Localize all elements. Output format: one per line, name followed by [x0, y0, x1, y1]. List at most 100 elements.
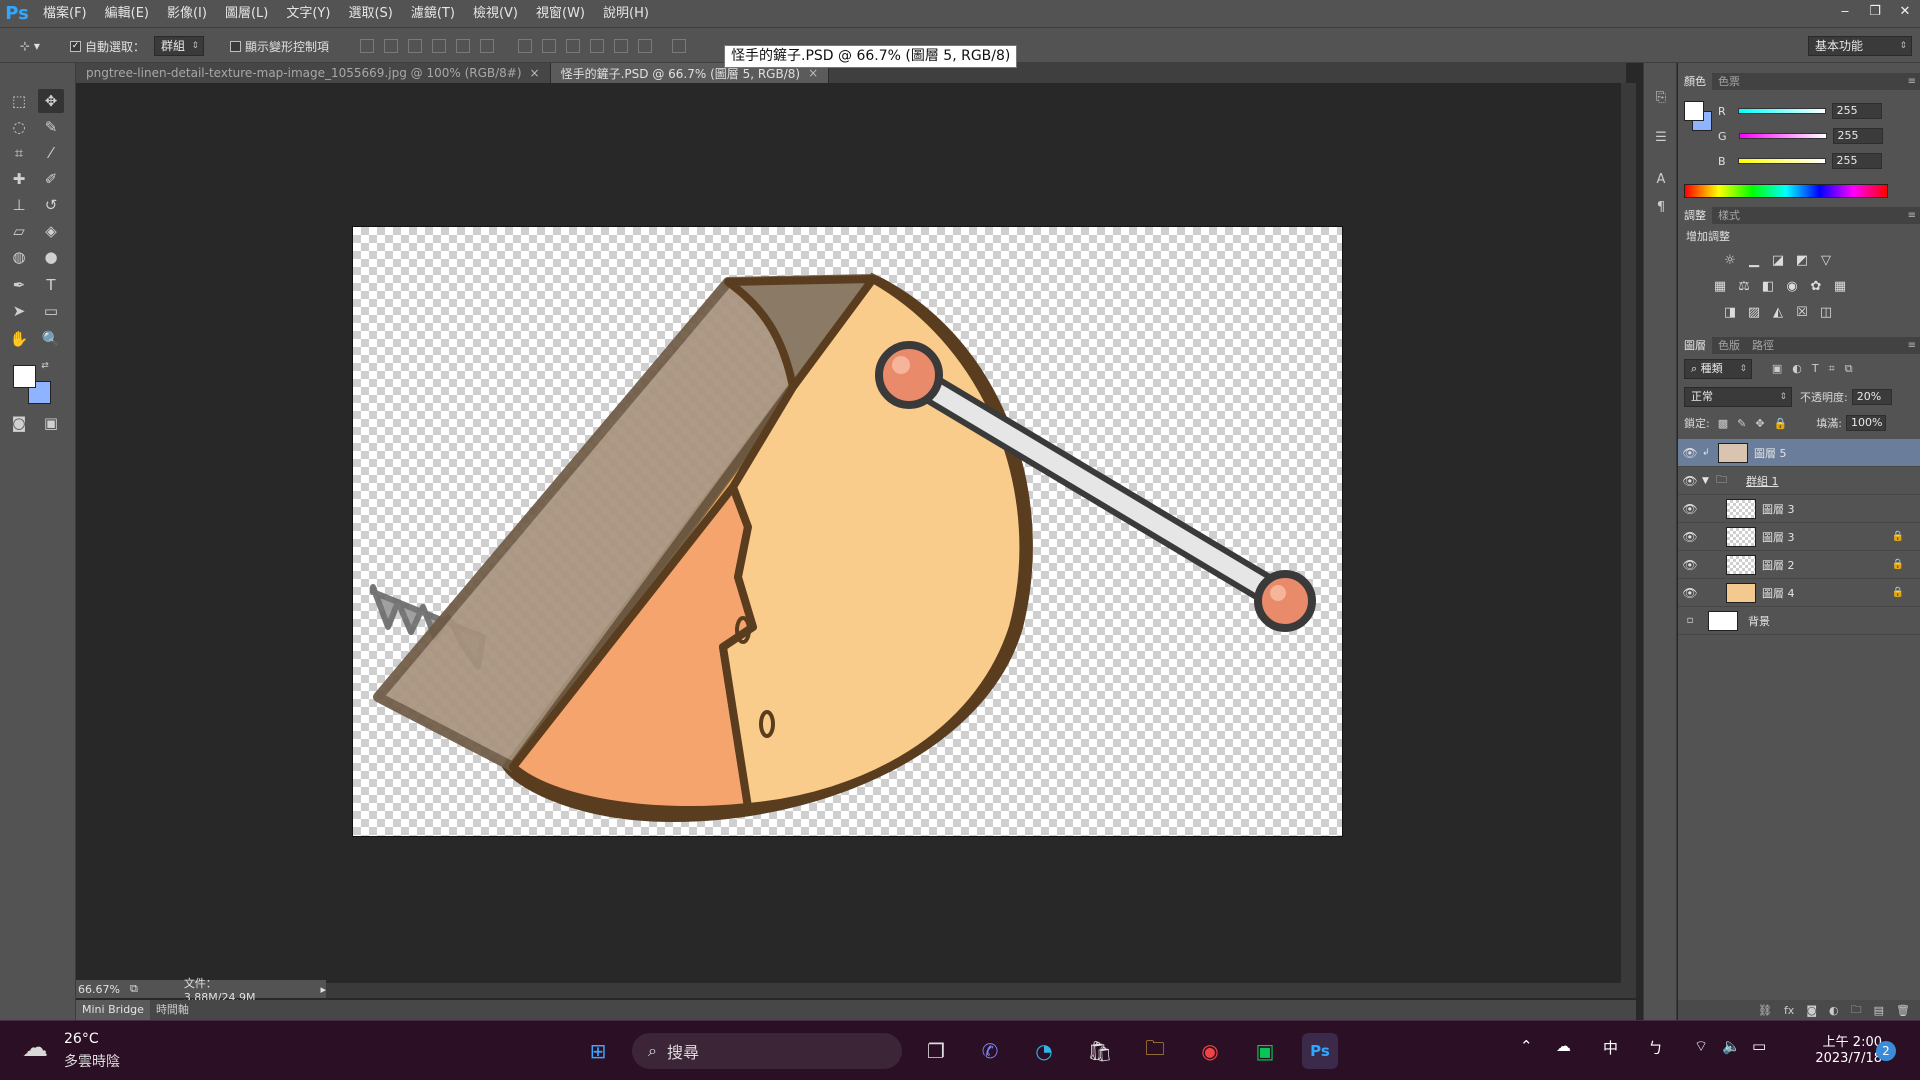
- eraser-tool-icon[interactable]: ▱: [6, 219, 32, 243]
- tab-channels[interactable]: 色版: [1712, 337, 1746, 354]
- photo-filter-icon[interactable]: ◉: [1784, 279, 1800, 295]
- close-tab-icon[interactable]: ×: [808, 66, 818, 80]
- move-tool-icon[interactable]: ✥: [38, 89, 64, 113]
- battery-icon[interactable]: ▭: [1752, 1037, 1766, 1055]
- path-select-icon[interactable]: ➤: [6, 299, 32, 323]
- tab-adjustments[interactable]: 調整: [1678, 207, 1712, 224]
- vibrance-icon[interactable]: ▽: [1818, 253, 1834, 269]
- layer-row-background[interactable]: ▫ 背景: [1678, 607, 1920, 635]
- auto-align-icon[interactable]: [672, 39, 686, 53]
- ime-bopomofo[interactable]: ㄅ: [1648, 1037, 1663, 1058]
- photoshop-taskbar-icon[interactable]: Ps: [1302, 1033, 1338, 1069]
- zoom-level[interactable]: 66.67%: [76, 983, 124, 996]
- black-white-icon[interactable]: ◧: [1760, 279, 1776, 295]
- green-value[interactable]: 255: [1832, 128, 1883, 144]
- auto-select-checkbox[interactable]: ✓ 自動選取：: [70, 36, 145, 56]
- weather-cloud-icon[interactable]: ☁: [22, 1033, 48, 1063]
- tab-color[interactable]: 顏色: [1678, 73, 1712, 90]
- visibility-box-icon[interactable]: ▫: [1678, 615, 1702, 626]
- layer-name[interactable]: 群組 1: [1746, 473, 1779, 489]
- screen-mode-icon[interactable]: ▣: [38, 411, 64, 435]
- blue-value[interactable]: 255: [1831, 153, 1882, 169]
- move-tool-preset[interactable]: ⊹ ▾: [20, 36, 40, 56]
- visibility-eye-icon[interactable]: 👁: [1678, 586, 1702, 600]
- notification-badge[interactable]: 2: [1876, 1041, 1896, 1061]
- brightness-icon[interactable]: ☼: [1722, 253, 1738, 269]
- dodge-tool-icon[interactable]: ●: [38, 245, 64, 269]
- document-canvas[interactable]: [352, 226, 1343, 837]
- layer-filter-kind-dropdown[interactable]: ⌕ 種類: [1684, 359, 1752, 379]
- workspace-dropdown[interactable]: 基本功能: [1808, 36, 1912, 56]
- distribute-hcenter-icon[interactable]: [614, 39, 628, 53]
- history-brush-icon[interactable]: ↺: [38, 193, 64, 217]
- layer-name[interactable]: 圖層 2: [1762, 557, 1795, 573]
- selective-color-icon[interactable]: ◫: [1818, 305, 1834, 321]
- rectangle-tool-icon[interactable]: ▭: [38, 299, 64, 323]
- green-slider[interactable]: G 255: [1718, 128, 1883, 144]
- levels-icon[interactable]: ▁: [1746, 253, 1762, 269]
- line-app-icon[interactable]: ▣: [1247, 1033, 1283, 1069]
- align-right-icon[interactable]: [480, 39, 494, 53]
- align-bottom-icon[interactable]: [408, 39, 422, 53]
- history-panel-icon[interactable]: ⎘: [1652, 89, 1670, 107]
- layer-row-layer4[interactable]: 👁 圖層 4 🔒: [1678, 579, 1920, 607]
- blue-slider[interactable]: B 255: [1718, 153, 1882, 169]
- healing-brush-icon[interactable]: ✚: [6, 167, 32, 191]
- pen-tool-icon[interactable]: ✒: [6, 273, 32, 297]
- weather-temp[interactable]: 26°C: [64, 1031, 99, 1047]
- clock-time[interactable]: 上午 2:00: [1798, 1031, 1882, 1050]
- blend-mode-dropdown[interactable]: 正常: [1684, 387, 1792, 407]
- visibility-eye-icon[interactable]: 👁: [1678, 474, 1702, 488]
- align-left-icon[interactable]: [432, 39, 446, 53]
- type-tool-icon[interactable]: T: [38, 273, 64, 297]
- color-spectrum-bar[interactable]: [1684, 184, 1888, 198]
- show-transform-controls-checkbox[interactable]: 顯示變形控制項: [230, 36, 329, 56]
- tray-overflow-icon[interactable]: ⌃: [1520, 1037, 1533, 1055]
- layer-row-layer3a[interactable]: 👁 圖層 3: [1678, 495, 1920, 523]
- menu-view[interactable]: 檢視(V): [464, 0, 527, 27]
- hue-saturation-icon[interactable]: ▦: [1712, 279, 1728, 295]
- task-view-icon[interactable]: ❐: [918, 1033, 954, 1069]
- fill-value[interactable]: 100%: [1845, 415, 1886, 431]
- auto-select-target-dropdown[interactable]: 群組: [154, 36, 205, 56]
- hand-tool-icon[interactable]: ✋: [6, 327, 32, 351]
- menu-file[interactable]: 檔案(F): [34, 0, 96, 27]
- red-track[interactable]: [1737, 108, 1826, 114]
- threshold-icon[interactable]: ◭: [1770, 305, 1786, 321]
- crop-tool-icon[interactable]: ⌗: [6, 141, 32, 165]
- blue-track[interactable]: [1737, 158, 1826, 164]
- volume-icon[interactable]: 🔈: [1722, 1037, 1741, 1055]
- layer-name[interactable]: 背景: [1748, 613, 1770, 629]
- status-menu-arrow-icon[interactable]: ▸: [320, 983, 326, 996]
- menu-image[interactable]: 影像(I): [158, 0, 216, 27]
- color-balance-icon[interactable]: ⚖: [1736, 279, 1752, 295]
- layer-filter-icons[interactable]: ▣◐T⌗⧉: [1772, 362, 1863, 375]
- menu-edit[interactable]: 編輯(E): [96, 0, 158, 27]
- link-layers-icon[interactable]: ⛓: [1758, 1004, 1772, 1017]
- brush-tool-icon[interactable]: ✐: [38, 167, 64, 191]
- tab-swatches[interactable]: 色票: [1712, 73, 1746, 90]
- tab-styles[interactable]: 樣式: [1712, 207, 1746, 224]
- taskbar-search[interactable]: ⌕ 搜尋: [632, 1033, 902, 1069]
- lock-option-icons[interactable]: ▩✎✥🔒: [1718, 417, 1797, 430]
- new-adjustment-icon[interactable]: ◐: [1829, 1004, 1839, 1017]
- visibility-eye-icon[interactable]: 👁: [1678, 502, 1702, 516]
- panel-menu-icon[interactable]: ≡: [1908, 207, 1916, 224]
- add-mask-icon[interactable]: ◙: [1806, 1004, 1817, 1017]
- delete-layer-icon[interactable]: 🗑: [1896, 1004, 1910, 1017]
- store-icon[interactable]: 🛍: [1082, 1033, 1118, 1069]
- distribute-top-icon[interactable]: [518, 39, 532, 53]
- layer-name[interactable]: 圖層 3: [1762, 501, 1795, 517]
- visibility-eye-icon[interactable]: 👁: [1678, 530, 1702, 544]
- paint-bucket-icon[interactable]: ◈: [38, 219, 64, 243]
- layer-row-layer3b[interactable]: 👁 圖層 3 🔒: [1678, 523, 1920, 551]
- character-panel-icon[interactable]: A: [1652, 171, 1670, 189]
- teams-chat-icon[interactable]: ✆: [972, 1033, 1008, 1069]
- posterize-icon[interactable]: ▨: [1746, 305, 1762, 321]
- align-top-icon[interactable]: [360, 39, 374, 53]
- quick-mask-icon[interactable]: ◙: [6, 411, 32, 435]
- tab-paths[interactable]: 路徑: [1746, 337, 1780, 354]
- align-vcenter-icon[interactable]: [384, 39, 398, 53]
- menu-layer[interactable]: 圖層(L): [216, 0, 277, 27]
- file-explorer-icon[interactable]: 🗀: [1137, 1033, 1173, 1069]
